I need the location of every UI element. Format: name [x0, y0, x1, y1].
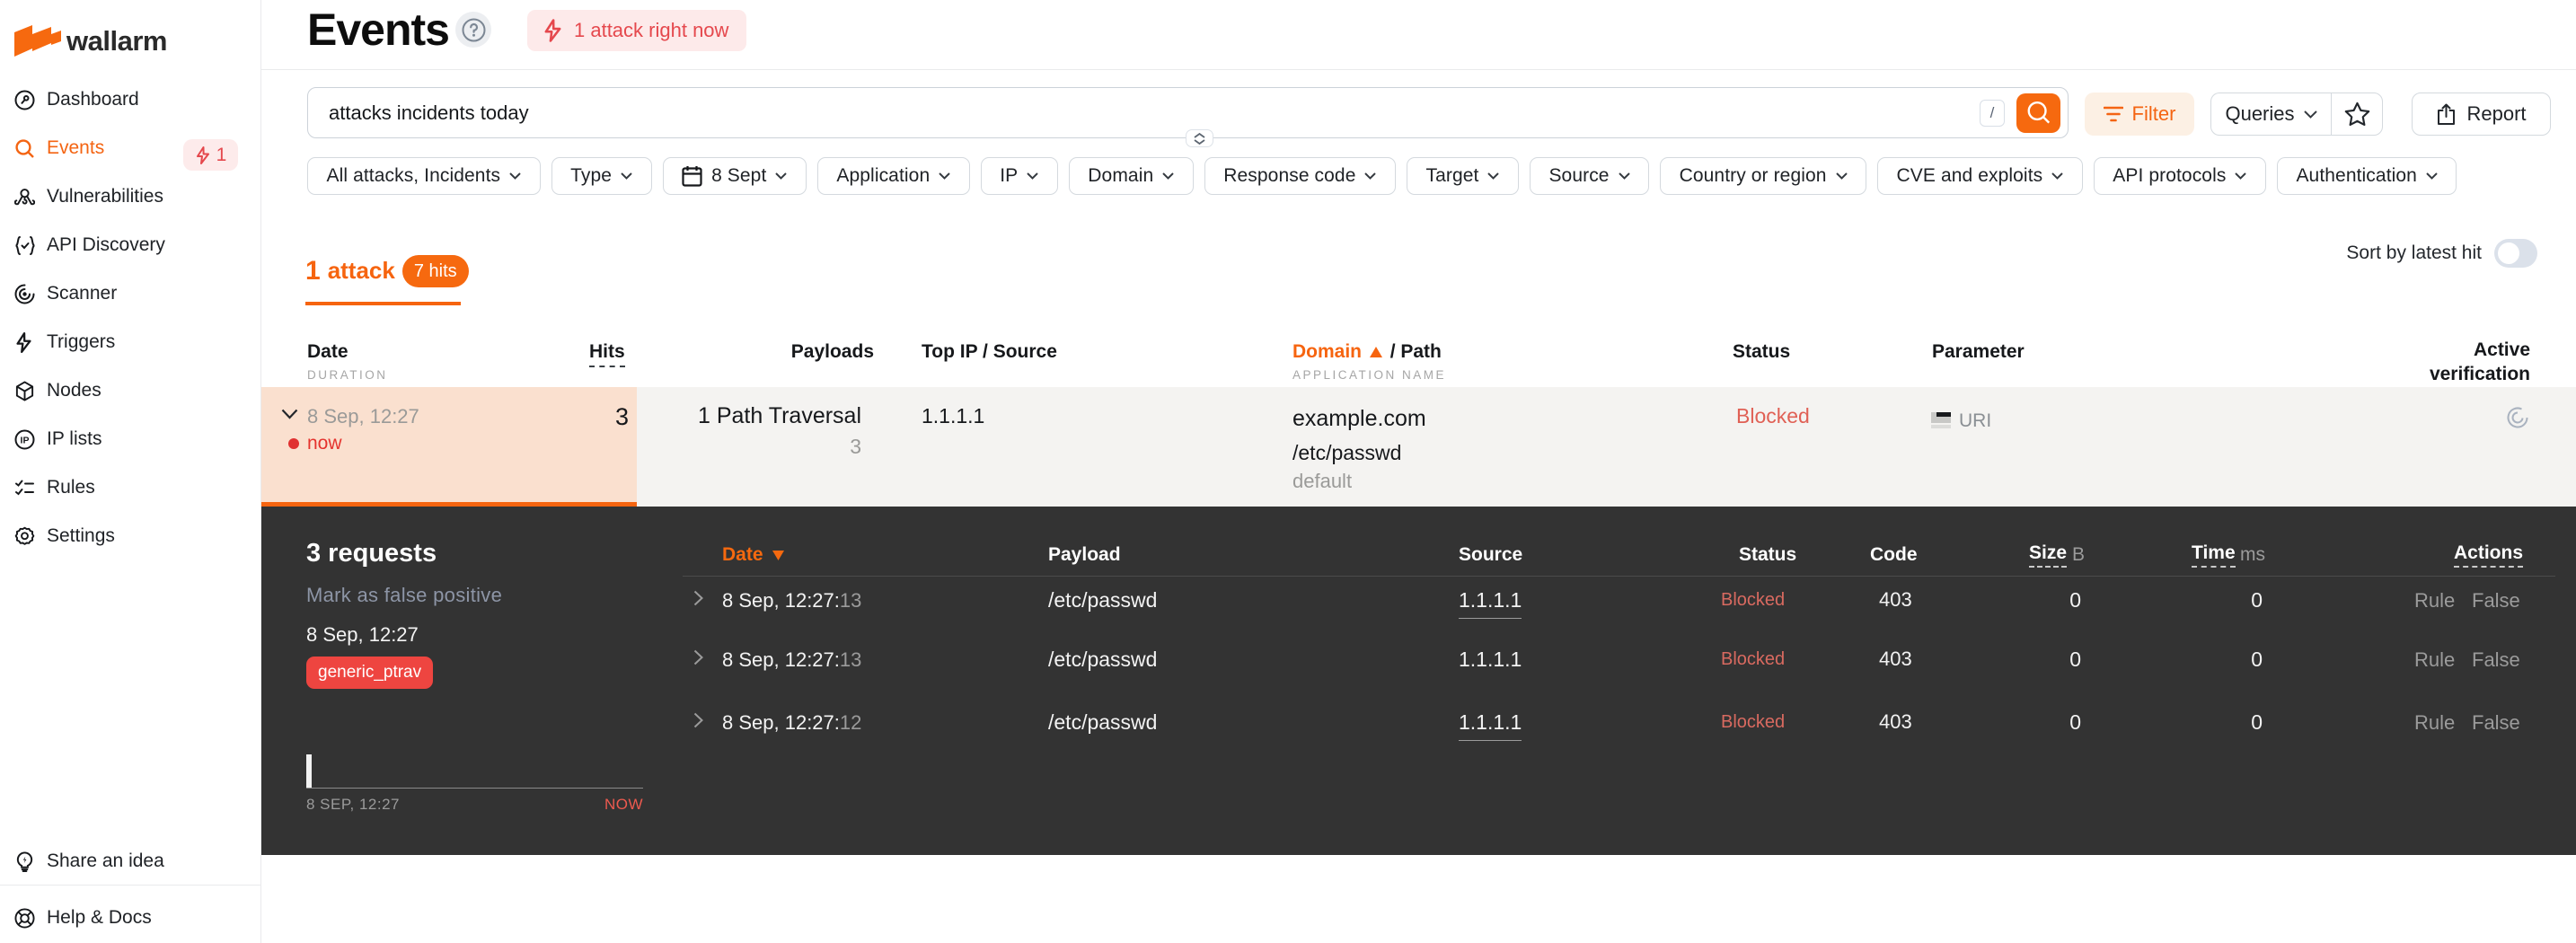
svg-text:IP: IP	[21, 435, 30, 445]
